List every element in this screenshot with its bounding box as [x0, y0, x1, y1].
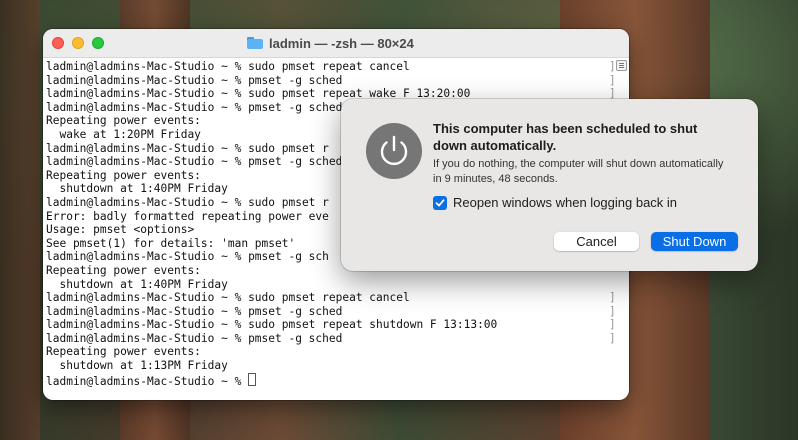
checkmark-icon: [435, 198, 445, 206]
shut-down-button[interactable]: Shut Down: [651, 232, 738, 251]
terminal-line-text: wake at 1:20PM Friday: [46, 127, 201, 141]
line-mark: ]: [609, 60, 616, 73]
line-mark: ]: [609, 73, 616, 87]
terminal-line: ladmin@ladmins-Mac-Studio ~ % sudo pmset…: [46, 60, 629, 74]
maximize-window-button[interactable]: [92, 37, 104, 49]
dialog-message: If you do nothing, the computer will shu…: [433, 158, 724, 185]
line-mark: ]: [609, 331, 616, 345]
terminal-line-text: ladmin@ladmins-Mac-Studio ~ % sudo pmset…: [46, 60, 410, 73]
shutdown-dialog: This computer has been scheduled to shut…: [341, 99, 758, 271]
terminal-line-text: ladmin@ladmins-Mac-Studio ~ % sudo pmset…: [46, 291, 410, 305]
cancel-button[interactable]: Cancel: [554, 232, 639, 251]
terminal-line-text: ladmin@ladmins-Mac-Studio ~ % sudo pmset…: [46, 318, 498, 332]
window-title: ladmin — -zsh — 80×24: [247, 35, 414, 51]
terminal-line-text: ladmin@ladmins-Mac-Studio ~ % sudo pmset…: [46, 141, 329, 155]
terminal-line-text: Error: badly formatted repeating power e…: [46, 209, 329, 223]
text-cursor: [248, 372, 257, 386]
terminal-line-text: ladmin@ladmins-Mac-Studio ~ % pmset -g s…: [46, 250, 329, 264]
terminal-line-text: ladmin@ladmins-Mac-Studio ~ % pmset -g s…: [46, 155, 343, 169]
terminal-line-text: Usage: pmset <options>: [46, 223, 195, 237]
minimize-window-button[interactable]: [72, 37, 84, 49]
terminal-line-text: ladmin@ladmins-Mac-Studio ~ % pmset -g s…: [46, 100, 343, 114]
terminal-line-text: See pmset(1) for details: 'man pmset': [46, 236, 296, 250]
folder-icon: [247, 37, 263, 49]
prompt-text: ladmin@ladmins-Mac-Studio ~ %: [46, 374, 249, 388]
line-mark: ]: [609, 304, 616, 318]
power-icon: [366, 123, 422, 179]
terminal-line-text: shutdown at 1:13PM Friday: [46, 359, 228, 373]
reopen-windows-checkbox[interactable]: [433, 195, 447, 210]
desktop-wallpaper-trunk: [0, 0, 40, 440]
terminal-line: Repeating power events:: [46, 345, 629, 359]
terminal-line-text: Repeating power events:: [46, 114, 201, 128]
terminal-titlebar[interactable]: ladmin — -zsh — 80×24: [43, 29, 629, 58]
prompt-line[interactable]: ladmin@ladmins-Mac-Studio ~ %: [46, 372, 629, 388]
terminal-line-text: ladmin@ladmins-Mac-Studio ~ % pmset -g s…: [46, 304, 343, 318]
terminal-line-text: Repeating power events:: [46, 168, 201, 182]
terminal-line-text: ladmin@ladmins-Mac-Studio ~ % pmset -g s…: [46, 331, 343, 345]
reopen-windows-label[interactable]: Reopen windows when logging back in: [453, 195, 677, 210]
terminal-line: ladmin@ladmins-Mac-Studio ~ % pmset -g s…: [46, 74, 629, 88]
terminal-line-text: Repeating power events:: [46, 263, 201, 277]
close-window-button[interactable]: [52, 37, 64, 49]
terminal-line: shutdown at 1:13PM Friday: [46, 359, 629, 373]
reopen-windows-checkbox-row[interactable]: Reopen windows when logging back in: [433, 195, 677, 210]
terminal-line-text: Repeating power events:: [46, 345, 201, 359]
window-title-text: ladmin — -zsh — 80×24: [269, 35, 414, 51]
terminal-line: shutdown at 1:40PM Friday: [46, 278, 629, 292]
terminal-line-text: shutdown at 1:40PM Friday: [46, 277, 228, 291]
terminal-line-text: ladmin@ladmins-Mac-Studio ~ % pmset -g s…: [46, 73, 343, 87]
terminal-line: ladmin@ladmins-Mac-Studio ~ % pmset -g s…: [46, 332, 629, 346]
line-mark: ]: [609, 291, 616, 305]
dialog-title: This computer has been scheduled to shut…: [433, 121, 698, 153]
terminal-line: ladmin@ladmins-Mac-Studio ~ % pmset -g s…: [46, 305, 629, 319]
line-mark: ]: [609, 318, 616, 332]
terminal-line: ladmin@ladmins-Mac-Studio ~ % sudo pmset…: [46, 318, 629, 332]
terminal-line-text: shutdown at 1:40PM Friday: [46, 182, 228, 196]
terminal-line: ladmin@ladmins-Mac-Studio ~ % sudo pmset…: [46, 291, 629, 305]
terminal-line-text: ladmin@ladmins-Mac-Studio ~ % sudo pmset…: [46, 195, 329, 209]
